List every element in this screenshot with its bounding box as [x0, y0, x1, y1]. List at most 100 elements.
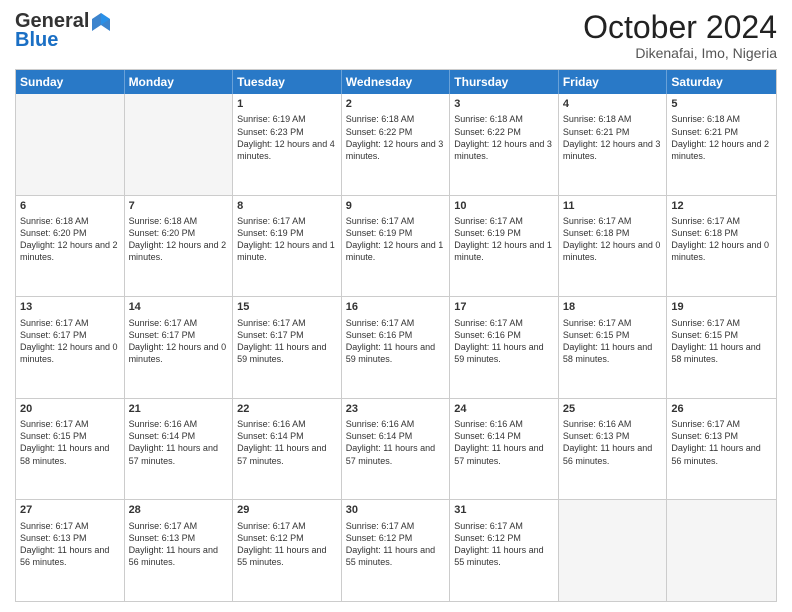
day-info: Sunrise: 6:17 AMSunset: 6:19 PMDaylight:… [237, 215, 337, 264]
day-cell-14: 14 Sunrise: 6:17 AMSunset: 6:17 PMDayligh… [125, 297, 234, 398]
day-number: 16 [346, 300, 446, 314]
day-number: 10 [454, 199, 554, 213]
day-number: 20 [20, 402, 120, 416]
calendar-row-1: 1 Sunrise: 6:19 AMSunset: 6:23 PMDaylight… [16, 94, 776, 195]
day-cell-22: 22 Sunrise: 6:16 AMSunset: 6:14 PMDayligh… [233, 399, 342, 500]
day-number: 14 [129, 300, 229, 314]
day-number: 4 [563, 97, 663, 111]
day-number: 8 [237, 199, 337, 213]
day-cell-16: 16 Sunrise: 6:17 AMSunset: 6:16 PMDayligh… [342, 297, 451, 398]
day-cell-31: 31Sunrise: 6:17 AMSunset: 6:12 PMDayligh… [450, 500, 559, 601]
day-info: Sunrise: 6:17 AMSunset: 6:15 PMDaylight:… [563, 317, 663, 366]
day-cell-15: 15 Sunrise: 6:17 AMSunset: 6:17 PMDayligh… [233, 297, 342, 398]
day-header-monday: Monday [125, 70, 234, 94]
day-info: Sunrise: 6:19 AMSunset: 6:23 PMDaylight:… [237, 113, 337, 162]
day-cell-3: 3 Sunrise: 6:18 AMSunset: 6:22 PMDaylight… [450, 94, 559, 195]
calendar-row-5: 27 Sunrise: 6:17 AMSunset: 6:13 PMDayligh… [16, 499, 776, 601]
day-header-saturday: Saturday [667, 70, 776, 94]
day-cell-2: 2 Sunrise: 6:18 AMSunset: 6:22 PMDaylight… [342, 94, 451, 195]
day-number: 18 [563, 300, 663, 314]
day-info: Sunrise: 6:16 AMSunset: 6:14 PMDaylight:… [237, 418, 337, 467]
day-cell-21: 21 Sunrise: 6:16 AMSunset: 6:14 PMDayligh… [125, 399, 234, 500]
logo-blue-text: Blue [15, 29, 58, 52]
day-number: 12 [671, 199, 772, 213]
day-cell-27: 27 Sunrise: 6:17 AMSunset: 6:13 PMDayligh… [16, 500, 125, 601]
day-info: Sunrise: 6:17 AMSunset: 6:13 PMDaylight:… [129, 520, 229, 569]
day-cell-7: 7Sunrise: 6:18 AMSunset: 6:20 PMDaylight… [125, 196, 234, 297]
day-info: Sunrise: 6:17 AMSunset: 6:17 PMDaylight:… [129, 317, 229, 366]
day-info: Sunrise: 6:18 AMSunset: 6:21 PMDaylight:… [563, 113, 663, 162]
day-number: 17 [454, 300, 554, 314]
day-number: 29 [237, 503, 337, 517]
day-cell-6: 6 Sunrise: 6:18 AMSunset: 6:20 PMDaylight… [16, 196, 125, 297]
day-info: Sunrise: 6:16 AMSunset: 6:14 PMDaylight:… [129, 418, 229, 467]
day-number: 19 [671, 300, 772, 314]
day-cell-28: 28Sunrise: 6:17 AMSunset: 6:13 PMDayligh… [125, 500, 234, 601]
day-info: Sunrise: 6:17 AMSunset: 6:13 PMDaylight:… [671, 418, 772, 467]
day-number: 27 [20, 503, 120, 517]
empty-cell [125, 94, 234, 195]
day-number: 7 [129, 199, 229, 213]
day-info: Sunrise: 6:17 AMSunset: 6:15 PMDaylight:… [20, 418, 120, 467]
day-info: Sunrise: 6:17 AMSunset: 6:19 PMDaylight:… [346, 215, 446, 264]
day-cell-1: 1 Sunrise: 6:19 AMSunset: 6:23 PMDaylight… [233, 94, 342, 195]
day-number: 21 [129, 402, 229, 416]
day-info: Sunrise: 6:18 AMSunset: 6:22 PMDaylight:… [454, 113, 554, 162]
calendar: SundayMondayTuesdayWednesdayThursdayFrid… [15, 69, 777, 602]
day-info: Sunrise: 6:17 AMSunset: 6:17 PMDaylight:… [237, 317, 337, 366]
day-cell-23: 23 Sunrise: 6:16 AMSunset: 6:14 PMDayligh… [342, 399, 451, 500]
day-info: Sunrise: 6:17 AMSunset: 6:18 PMDaylight:… [563, 215, 663, 264]
day-cell-5: 5 Sunrise: 6:18 AMSunset: 6:21 PMDaylight… [667, 94, 776, 195]
day-number: 5 [671, 97, 772, 111]
empty-cell [559, 500, 668, 601]
day-info: Sunrise: 6:17 AMSunset: 6:12 PMDaylight:… [237, 520, 337, 569]
day-info: Sunrise: 6:16 AMSunset: 6:13 PMDaylight:… [563, 418, 663, 467]
day-info: Sunrise: 6:17 AMSunset: 6:17 PMDaylight:… [20, 317, 120, 366]
day-info: Sunrise: 6:18 AMSunset: 6:22 PMDaylight:… [346, 113, 446, 162]
day-cell-12: 12 Sunrise: 6:17 AMSunset: 6:18 PMDayligh… [667, 196, 776, 297]
day-info: Sunrise: 6:16 AMSunset: 6:14 PMDaylight:… [454, 418, 554, 467]
day-cell-24: 24Sunrise: 6:16 AMSunset: 6:14 PMDayligh… [450, 399, 559, 500]
day-info: Sunrise: 6:18 AMSunset: 6:21 PMDaylight:… [671, 113, 772, 162]
day-cell-13: 13 Sunrise: 6:17 AMSunset: 6:17 PMDayligh… [16, 297, 125, 398]
day-number: 13 [20, 300, 120, 314]
day-cell-19: 19Sunrise: 6:17 AMSunset: 6:15 PMDayligh… [667, 297, 776, 398]
day-cell-8: 8 Sunrise: 6:17 AMSunset: 6:19 PMDaylight… [233, 196, 342, 297]
day-cell-4: 4 Sunrise: 6:18 AMSunset: 6:21 PMDaylight… [559, 94, 668, 195]
day-number: 11 [563, 199, 663, 213]
day-number: 23 [346, 402, 446, 416]
day-cell-11: 11 Sunrise: 6:17 AMSunset: 6:18 PMDayligh… [559, 196, 668, 297]
day-number: 15 [237, 300, 337, 314]
calendar-header: SundayMondayTuesdayWednesdayThursdayFrid… [16, 70, 776, 94]
day-number: 3 [454, 97, 554, 111]
day-cell-17: 17Sunrise: 6:17 AMSunset: 6:16 PMDayligh… [450, 297, 559, 398]
day-cell-29: 29 Sunrise: 6:17 AMSunset: 6:12 PMDayligh… [233, 500, 342, 601]
day-number: 9 [346, 199, 446, 213]
day-cell-20: 20 Sunrise: 6:17 AMSunset: 6:15 PMDayligh… [16, 399, 125, 500]
day-info: Sunrise: 6:17 AMSunset: 6:13 PMDaylight:… [20, 520, 120, 569]
day-info: Sunrise: 6:17 AMSunset: 6:16 PMDaylight:… [346, 317, 446, 366]
calendar-body: 1 Sunrise: 6:19 AMSunset: 6:23 PMDaylight… [16, 94, 776, 601]
day-header-wednesday: Wednesday [342, 70, 451, 94]
calendar-row-3: 13 Sunrise: 6:17 AMSunset: 6:17 PMDayligh… [16, 296, 776, 398]
day-cell-30: 30Sunrise: 6:17 AMSunset: 6:12 PMDayligh… [342, 500, 451, 601]
day-number: 6 [20, 199, 120, 213]
calendar-row-2: 6 Sunrise: 6:18 AMSunset: 6:20 PMDaylight… [16, 195, 776, 297]
day-number: 22 [237, 402, 337, 416]
day-number: 25 [563, 402, 663, 416]
day-cell-18: 18 Sunrise: 6:17 AMSunset: 6:15 PMDayligh… [559, 297, 668, 398]
day-cell-26: 26 Sunrise: 6:17 AMSunset: 6:13 PMDayligh… [667, 399, 776, 500]
day-header-thursday: Thursday [450, 70, 559, 94]
logo: General Blue [15, 10, 113, 52]
day-info: Sunrise: 6:16 AMSunset: 6:14 PMDaylight:… [346, 418, 446, 467]
day-info: Sunrise: 6:18 AMSunset: 6:20 PMDaylight:… [20, 215, 120, 264]
day-number: 1 [237, 97, 337, 111]
day-number: 2 [346, 97, 446, 111]
day-number: 26 [671, 402, 772, 416]
day-info: Sunrise: 6:17 AMSunset: 6:18 PMDaylight:… [671, 215, 772, 264]
logo-icon [90, 11, 112, 33]
day-cell-10: 10Sunrise: 6:17 AMSunset: 6:19 PMDayligh… [450, 196, 559, 297]
day-cell-9: 9 Sunrise: 6:17 AMSunset: 6:19 PMDaylight… [342, 196, 451, 297]
empty-cell [16, 94, 125, 195]
day-header-friday: Friday [559, 70, 668, 94]
